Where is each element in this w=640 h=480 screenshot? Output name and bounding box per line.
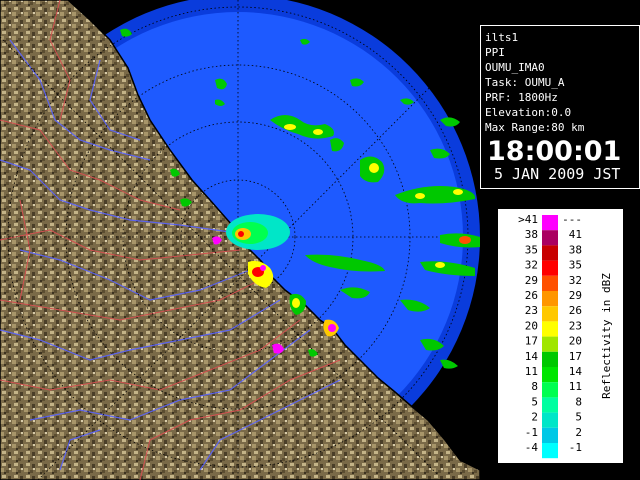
legend-low-label: 35 [525, 243, 538, 256]
legend-swatch [542, 336, 558, 352]
legend-low-label: 29 [525, 274, 538, 287]
prf-value: PRF: 1800Hz [485, 91, 558, 104]
legend-low-label: 17 [525, 335, 538, 348]
legend-low-label: 23 [525, 304, 538, 317]
legend-low-label: >41 [518, 213, 538, 226]
legend-high-label: 5 [575, 411, 582, 424]
legend-high-label: 20 [569, 335, 582, 348]
legend-high-label: 26 [569, 304, 582, 317]
legend-low-label: 38 [525, 228, 538, 241]
legend-low-label: 26 [525, 289, 538, 302]
legend-color-scale: >41 --- 38 41 35 38 32 35 29 32 26 29 23 26 20 23 17 20 14… [518, 213, 613, 459]
max-range-value: Max Range:80 km [485, 121, 585, 134]
legend-low-label: 11 [525, 365, 538, 378]
legend-swatch [542, 412, 558, 428]
legend-low-label: 8 [531, 380, 538, 393]
legend-low-label: 32 [525, 259, 538, 272]
elevation-value: Elevation:0.0 [485, 106, 572, 119]
scan-date: 5 JAN 2009 JST [494, 165, 621, 183]
legend-swatch [542, 215, 558, 231]
scan-info-panel: ilts1 PPI OUMU_IMA0 Task: OUMU_A PRF: 18… [480, 25, 640, 189]
legend-high-label: 32 [569, 274, 582, 287]
legend-high-label: 8 [575, 395, 582, 408]
legend-low-label: -1 [525, 426, 538, 439]
scan-time: 18:00:01 [487, 136, 622, 167]
legend-swatch [542, 230, 558, 246]
reflectivity-legend: >41 --- 38 41 35 38 32 35 29 32 26 29 23 26 20 23 17 20 14… [497, 208, 624, 464]
legend-swatch [542, 260, 558, 276]
legend-high-label: 11 [569, 380, 582, 393]
legend-swatch [542, 382, 558, 398]
legend-title: Reflectivity in dBZ [600, 273, 613, 399]
scan-type: PPI [485, 46, 505, 59]
legend-high-label: 14 [569, 365, 583, 378]
legend-high-label: 2 [575, 426, 582, 439]
legend-swatch [542, 291, 558, 307]
legend-swatch [542, 367, 558, 383]
legend-high-label: 23 [569, 319, 582, 332]
legend-swatch [542, 427, 558, 443]
legend-swatch [542, 351, 558, 367]
site-name: ilts1 [485, 31, 519, 44]
legend-swatch [542, 275, 558, 291]
legend-low-label: -4 [525, 441, 539, 454]
legend-high-label: 29 [569, 289, 582, 302]
radar-id: OUMU_IMA0 [485, 61, 545, 74]
legend-swatch [542, 245, 558, 261]
legend-high-label: 17 [569, 350, 582, 363]
legend-low-label: 14 [525, 350, 539, 363]
legend-high-label: 35 [569, 259, 582, 272]
legend-low-label: 2 [531, 411, 538, 424]
legend-high-label: 41 [569, 228, 582, 241]
legend-swatch [542, 443, 558, 459]
legend-high-label: -1 [569, 441, 582, 454]
legend-low-label: 20 [525, 319, 538, 332]
legend-swatch [542, 397, 558, 413]
legend-swatch [542, 306, 558, 322]
task-name: Task: OUMU_A [485, 76, 565, 89]
legend-swatch [542, 321, 558, 337]
legend-low-label: 5 [531, 395, 538, 408]
legend-high-label: --- [562, 213, 582, 226]
legend-high-label: 38 [569, 243, 582, 256]
